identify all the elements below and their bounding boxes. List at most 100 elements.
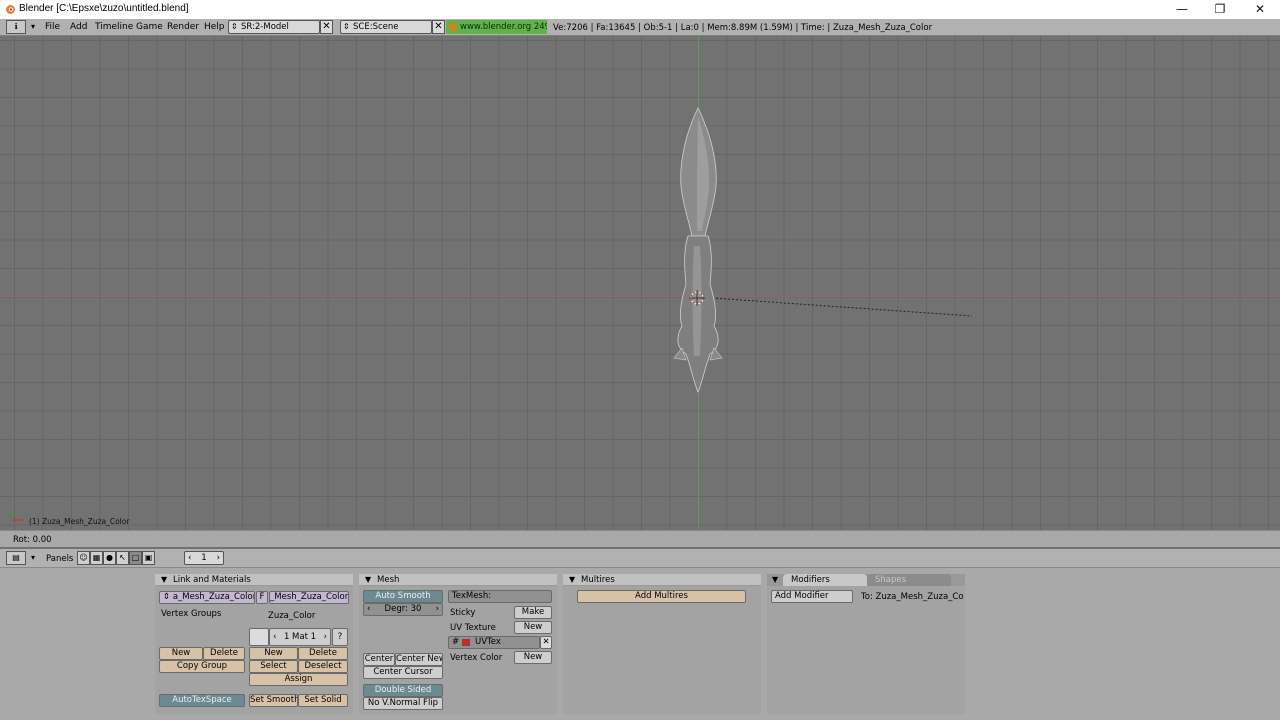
vertex-groups-label: Vertex Groups <box>161 609 222 619</box>
collapse-triangle-icon[interactable]: ▼ <box>772 574 778 586</box>
panel-modifiers: ▼ Modifiers Shapes Add Modifier To: Zuza… <box>767 574 965 714</box>
decrement-arrow-icon[interactable]: ‹ <box>367 604 370 615</box>
object-context-icon[interactable]: ↖ <box>116 551 129 565</box>
mesh-datablock-field[interactable]: ⇕ a_Mesh_Zuza_Color <box>159 591 255 604</box>
frame-number-field[interactable]: ‹ 1 › <box>184 551 224 565</box>
minimize-button[interactable]: — <box>1162 0 1202 19</box>
material-color-swatch[interactable] <box>249 628 269 646</box>
header-collapse-icon[interactable]: ▾ <box>31 553 35 562</box>
collapse-triangle-icon[interactable]: ▼ <box>161 574 167 586</box>
modifier-target-label: To: Zuza_Mesh_Zuza_Co <box>861 592 964 602</box>
material-deselect-button[interactable]: Deselect <box>298 660 348 673</box>
delete-uvtex-button[interactable]: ✕ <box>540 636 552 649</box>
center-button[interactable]: Center <box>363 653 395 666</box>
no-vnormal-flip-toggle[interactable]: No V.Normal Flip <box>363 697 443 710</box>
panel-multires: ▼ Multires Add Multires <box>563 574 761 714</box>
decrement-arrow-icon[interactable]: ‹ <box>273 629 276 645</box>
editing-context-icon[interactable]: □ <box>129 551 142 565</box>
autotexspace-toggle[interactable]: AutoTexSpace <box>159 694 245 707</box>
tab-modifiers[interactable]: Modifiers <box>783 574 867 586</box>
spin-arrows-icon: ⇕ <box>231 22 238 31</box>
menu-timeline[interactable]: Timeline <box>95 22 133 32</box>
render-layer-icon <box>462 639 470 646</box>
uvtex-layer-field[interactable]: # UVTex <box>448 636 540 649</box>
set-smooth-button[interactable]: Set Smooth <box>249 694 298 707</box>
header-collapse-icon[interactable]: ▾ <box>31 22 35 31</box>
center-new-button[interactable]: Center New <box>395 653 443 666</box>
degree-slider[interactable]: ‹ Degr: 30 › <box>363 603 443 616</box>
3d-viewport[interactable]: (1) Zuza_Mesh_Zuza_Color <box>0 36 1280 530</box>
material-new-button[interactable]: New <box>249 647 298 660</box>
delete-scene-button[interactable]: ✕ <box>432 20 445 34</box>
fake-user-button[interactable]: F <box>256 591 268 604</box>
vertex-color-new-button[interactable]: New <box>514 651 552 664</box>
vertex-group-new-button[interactable]: New <box>159 647 203 660</box>
logic-context-icon[interactable]: ☺ <box>77 551 90 565</box>
info-header: ℹ ▾ File Add Timeline Game Render Help ⇕… <box>0 19 1280 36</box>
screen-selector[interactable]: ⇕ SR:2-Model <box>228 20 320 34</box>
vertex-group-delete-button[interactable]: Delete <box>203 647 245 660</box>
window-type-info-icon[interactable]: ℹ <box>6 20 26 34</box>
sticky-make-button[interactable]: Make <box>514 606 552 619</box>
scene-stats: Ve:7206 | Fa:13645 | Ob:5-1 | La:0 | Mem… <box>553 23 933 33</box>
script-context-icon[interactable]: ▦ <box>90 551 103 565</box>
blender-dot-icon <box>449 23 457 31</box>
menu-add[interactable]: Add <box>70 22 87 32</box>
uv-texture-new-button[interactable]: New <box>514 621 552 634</box>
material-assign-button[interactable]: Assign <box>249 673 348 686</box>
status-bar: Rot: 0.00 <box>0 530 1280 548</box>
close-window-button[interactable]: ✕ <box>1240 0 1280 19</box>
material-index-field[interactable]: ‹ 1 Mat 1 › <box>269 628 331 646</box>
vertex-color-label: Vertex Color <box>450 653 503 663</box>
double-sided-toggle[interactable]: Double Sided <box>363 684 443 697</box>
set-solid-button[interactable]: Set Solid <box>298 694 348 707</box>
blender-org-link[interactable]: www.blender.org 249.2 <box>446 20 547 34</box>
material-delete-button[interactable]: Delete <box>298 647 348 660</box>
menu-game[interactable]: Game <box>136 22 163 32</box>
window-title-bar: Blender [C:\Epsxe\zuzo\untitled.blend] —… <box>0 0 1280 19</box>
scene-drawing <box>673 107 973 393</box>
auto-smooth-toggle[interactable]: Auto Smooth <box>363 590 443 603</box>
material-help-button[interactable]: ? <box>332 628 348 646</box>
buttons-header: ▤ ▾ Panels ☺ ▦ ● ↖ □ ▣ ‹ 1 › <box>0 549 1280 568</box>
spin-arrows-icon: ⇕ <box>163 592 173 602</box>
panel-header-multires[interactable]: ▼ Multires <box>563 574 761 586</box>
panel-header-mesh[interactable]: ▼ Mesh <box>359 574 557 586</box>
scene-context-icon[interactable]: ▣ <box>142 551 155 565</box>
window-title: Blender [C:\Epsxe\zuzo\untitled.blend] <box>19 3 189 14</box>
dashed-line <box>711 297 973 317</box>
collapse-triangle-icon[interactable]: ▼ <box>365 574 371 586</box>
object-datablock-field[interactable]: _Mesh_Zuza_Color <box>269 591 349 604</box>
material-select-button[interactable]: Select <box>249 660 298 673</box>
panels-menu[interactable]: Panels <box>46 554 73 564</box>
shading-context-icon[interactable]: ● <box>103 551 116 565</box>
increment-arrow-icon[interactable]: › <box>217 552 220 564</box>
add-modifier-button[interactable]: Add Modifier <box>771 590 853 603</box>
rotation-readout: Rot: 0.00 <box>13 535 52 545</box>
axis-gizmo-icon <box>11 510 24 521</box>
uv-grid-icon: # <box>452 637 460 647</box>
center-cursor-button[interactable]: Center Cursor <box>363 666 443 679</box>
panel-mesh: ▼ Mesh Auto Smooth ‹ Degr: 30 › TexMesh: … <box>359 574 557 714</box>
collapse-triangle-icon[interactable]: ▼ <box>569 574 575 586</box>
spin-arrows-icon: ⇕ <box>343 22 350 31</box>
menu-render[interactable]: Render <box>167 22 199 32</box>
scene-selector[interactable]: ⇕ SCE:Scene <box>340 20 432 34</box>
window-type-buttons-icon[interactable]: ▤ <box>6 551 26 565</box>
delete-screen-button[interactable]: ✕ <box>320 20 333 34</box>
texmesh-field[interactable]: TexMesh: <box>448 590 552 603</box>
increment-arrow-icon[interactable]: › <box>324 629 327 645</box>
material-name-label: Zuza_Color <box>268 611 316 621</box>
menu-file[interactable]: File <box>45 22 60 32</box>
copy-group-button[interactable]: Copy Group <box>159 660 245 673</box>
menu-help[interactable]: Help <box>204 22 225 32</box>
maximize-button[interactable]: ❐ <box>1200 0 1240 19</box>
panel-link-and-materials: ▼ Link and Materials ⇕ a_Mesh_Zuza_Color … <box>155 574 353 714</box>
increment-arrow-icon[interactable]: › <box>436 604 439 615</box>
tab-shapes[interactable]: Shapes <box>867 574 951 586</box>
active-object-label: (1) Zuza_Mesh_Zuza_Color <box>29 517 130 526</box>
panel-header-link-materials[interactable]: ▼ Link and Materials <box>155 574 353 586</box>
add-multires-button[interactable]: Add Multires <box>577 590 746 603</box>
decrement-arrow-icon[interactable]: ‹ <box>188 552 191 564</box>
sticky-label: Sticky <box>450 608 476 618</box>
